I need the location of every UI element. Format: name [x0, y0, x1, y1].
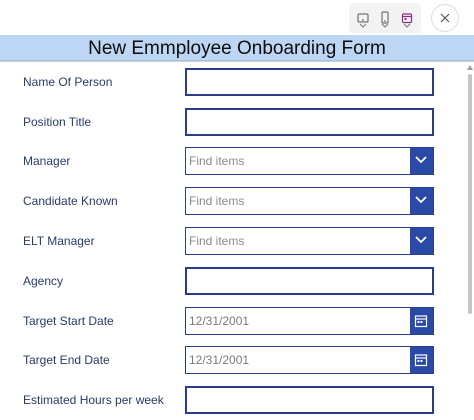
close-button[interactable] — [431, 4, 459, 32]
elt-manager-combobox[interactable]: Find items — [185, 227, 434, 255]
estimated-hours-input[interactable] — [185, 386, 434, 414]
target-end-date-calendar-button[interactable] — [410, 347, 433, 373]
label-agency: Agency — [23, 274, 64, 288]
manager-dropdown-button[interactable] — [410, 148, 433, 174]
target-end-date-picker[interactable]: 12/31/2001 — [185, 346, 434, 374]
label-candidate-known: Candidate Known — [23, 194, 118, 208]
label-target-start-date: Target Start Date — [23, 314, 114, 328]
device-preview-group — [349, 3, 421, 33]
onboarding-form: Name Of Person Position Title Manager Fi… — [0, 62, 464, 420]
elt-manager-placeholder: Find items — [189, 234, 245, 248]
scrollbar-thumb[interactable] — [468, 74, 472, 314]
close-icon — [440, 13, 450, 23]
manager-combobox[interactable]: Find items — [185, 147, 434, 175]
scroll-up-icon[interactable] — [467, 65, 473, 70]
calendar-view-button[interactable] — [397, 5, 417, 31]
target-end-date-value: 12/31/2001 — [189, 353, 250, 367]
calendar-icon — [414, 315, 428, 328]
elt-manager-dropdown-button[interactable] — [410, 228, 433, 254]
position-title-input[interactable] — [185, 108, 434, 136]
label-name-of-person: Name Of Person — [23, 75, 113, 89]
target-start-date-value: 12/31/2001 — [189, 314, 250, 328]
chevron-down-icon — [415, 196, 427, 204]
label-elt-manager: ELT Manager — [23, 234, 95, 248]
calendar-icon — [414, 354, 428, 367]
candidate-known-dropdown-button[interactable] — [410, 188, 433, 214]
label-target-end-date: Target End Date — [23, 353, 110, 367]
label-manager: Manager — [23, 154, 71, 168]
target-start-date-picker[interactable]: 12/31/2001 — [185, 307, 434, 335]
label-estimated-hours: Estimated Hours per week — [23, 393, 164, 407]
chevron-down-icon — [403, 23, 411, 28]
manager-placeholder: Find items — [189, 154, 245, 168]
agency-input[interactable] — [185, 267, 434, 295]
candidate-known-combobox[interactable]: Find items — [185, 187, 434, 215]
name-of-person-input[interactable] — [185, 68, 434, 96]
form-header: New Emmployee Onboarding Form — [0, 35, 474, 61]
target-start-date-calendar-button[interactable] — [410, 308, 433, 334]
phone-preview-button[interactable] — [375, 5, 395, 31]
vertical-scrollbar[interactable] — [466, 62, 474, 420]
chevron-down-icon — [381, 23, 389, 28]
label-position-title: Position Title — [23, 115, 92, 129]
form-title: New Emmployee Onboarding Form — [88, 38, 386, 59]
tablet-preview-button[interactable] — [353, 5, 373, 31]
chevron-down-icon — [359, 23, 367, 28]
candidate-known-placeholder: Find items — [189, 194, 245, 208]
chevron-down-icon — [415, 156, 427, 164]
chevron-down-icon — [415, 236, 427, 244]
top-toolbar — [0, 0, 474, 35]
